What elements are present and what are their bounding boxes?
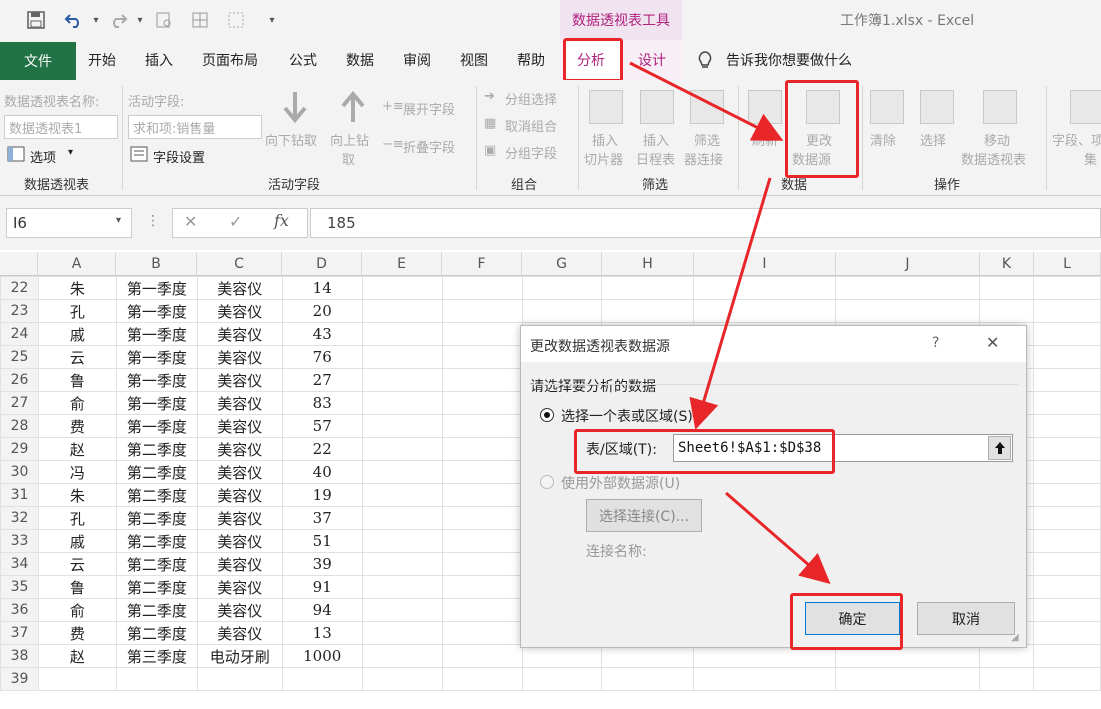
annotation-arrows — [629, 61, 831, 584]
arrow-range-to-ok — [725, 491, 831, 584]
arrow-change-source-to-range — [689, 177, 772, 430]
arrow-analyze-to-change-source — [629, 61, 784, 141]
